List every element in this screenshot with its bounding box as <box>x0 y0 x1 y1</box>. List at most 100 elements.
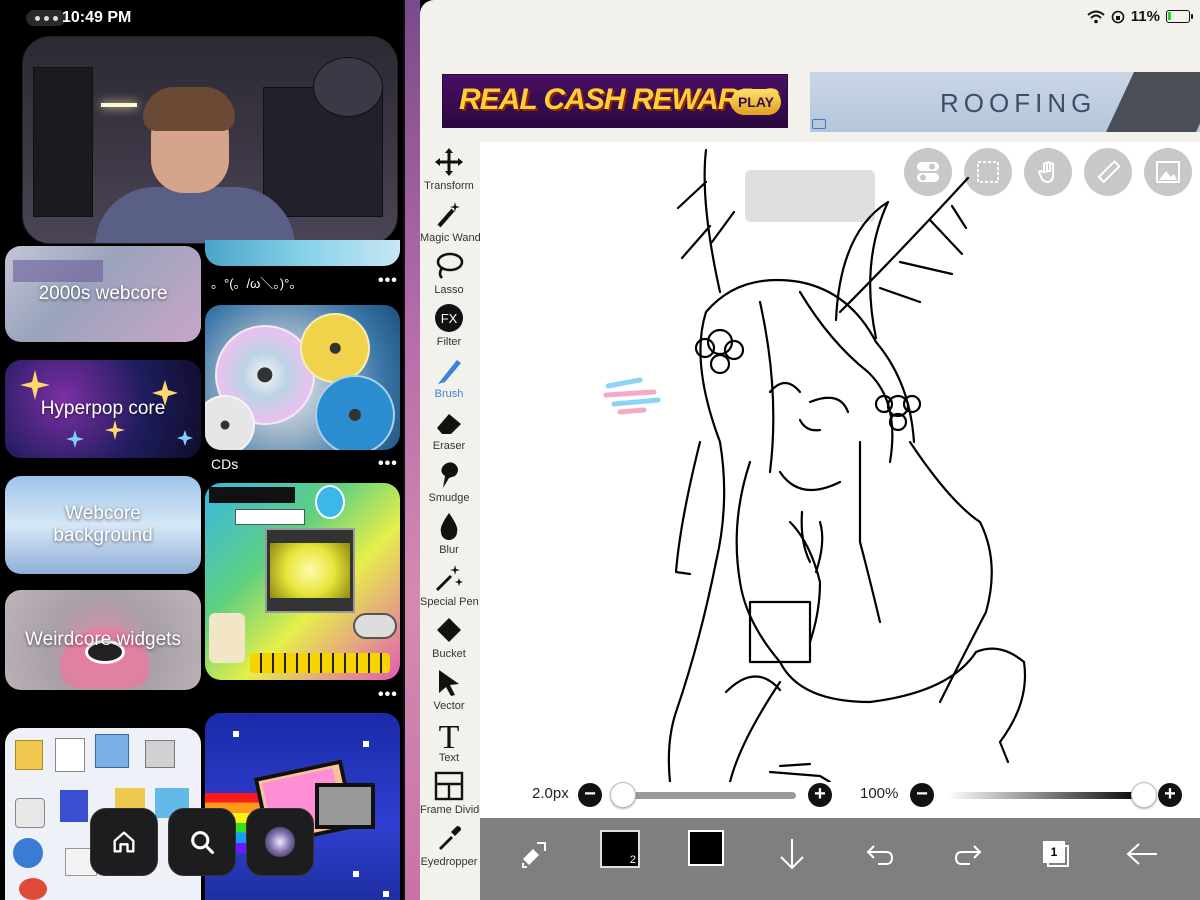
tool-frame-divider[interactable]: Frame Divider <box>420 770 489 816</box>
board-tile-2000s-webcore[interactable]: 2000s webcore <box>5 246 201 342</box>
brush-size-slider[interactable]: 2.0px − + <box>480 780 840 810</box>
tool-special-pen[interactable]: Special Pen <box>420 562 479 608</box>
eyedropper-icon <box>439 826 461 850</box>
layer-count: 1 <box>1043 841 1065 863</box>
rotation-lock-icon <box>1111 10 1125 23</box>
ad-text: ROOFING <box>940 88 1097 118</box>
opacity-slider[interactable]: 100% − + <box>850 780 1200 810</box>
transform-icon <box>435 148 463 176</box>
layers-button[interactable]: 1 <box>1034 832 1078 876</box>
undo-icon <box>866 845 894 865</box>
ad-play-button[interactable]: PLAY <box>731 89 781 115</box>
multitasking-dots[interactable] <box>26 10 66 26</box>
svg-text:T: T <box>439 719 460 750</box>
opacity-decrease-button[interactable]: − <box>910 783 934 807</box>
color-swatch-icon[interactable] <box>688 830 724 866</box>
text-icon: T <box>439 719 460 750</box>
magic-wand-icon <box>437 202 460 228</box>
split-view-divider[interactable] <box>405 0 420 900</box>
picture-in-picture-video[interactable] <box>22 36 398 244</box>
brush-size-increase-button[interactable]: + <box>808 783 832 807</box>
undo-button[interactable] <box>858 832 902 876</box>
bottom-navigation <box>88 808 318 878</box>
tool-text[interactable]: T Text <box>420 718 478 764</box>
pin-caption-kaomoji: 。°(。/ω＼。)°。 <box>211 276 303 291</box>
eraser-icon <box>437 414 461 434</box>
home-icon <box>113 831 135 853</box>
brush-size-decrease-button[interactable]: − <box>578 783 602 807</box>
tile-title: Webcore background <box>53 503 153 546</box>
vector-icon <box>439 670 459 696</box>
drawing-canvas[interactable]: 2.0px − + 100% − + <box>480 142 1200 818</box>
battery-percent: 11% <box>1130 8 1160 25</box>
pin-caption-cds: CDs <box>211 456 239 472</box>
ibispaint-app: 11% REAL CASH REWARDS PLAY ROOFING Trans… <box>420 0 1200 900</box>
layer-badge: 2 <box>629 854 636 866</box>
tool-magic-wand[interactable]: Magic Wand <box>420 198 481 244</box>
smudge-icon <box>441 462 458 488</box>
bottom-toolbar: 2 1 <box>480 818 1200 900</box>
tile-title: Hyperpop core <box>40 398 166 419</box>
brush-icon <box>438 360 461 384</box>
profile-icon <box>265 827 295 857</box>
tool-eraser[interactable]: Eraser <box>420 406 478 452</box>
swap-tool-button[interactable] <box>512 832 556 876</box>
brush-color-swatch[interactable]: 2 <box>600 830 640 868</box>
flag-doodle <box>603 377 661 415</box>
more-options-icon[interactable]: ••• <box>378 272 398 290</box>
more-options-icon[interactable]: ••• <box>378 455 398 473</box>
download-icon <box>780 839 804 870</box>
status-bar-right: 11% <box>1087 8 1193 25</box>
special-pen-icon <box>435 565 463 592</box>
opacity-value: 100% <box>860 785 899 802</box>
tool-eyedropper[interactable]: Eyedropper <box>420 822 478 868</box>
status-time: 10:49 PM <box>62 9 132 26</box>
tool-lasso[interactable]: Lasso <box>420 250 478 296</box>
opacity-increase-button[interactable]: + <box>1158 783 1182 807</box>
tool-smudge[interactable]: Smudge <box>420 458 478 504</box>
tool-palette: Transform Magic Wand Lasso FX Filter Bru… <box>420 142 489 882</box>
ad-banner-roofing[interactable]: ROOFING <box>810 72 1200 132</box>
search-button[interactable] <box>168 808 236 876</box>
pin-image-kaomoji[interactable] <box>205 240 400 266</box>
tile-title: Weirdcore widgets <box>25 629 181 650</box>
brush-size-knob[interactable] <box>610 782 637 808</box>
tool-brush[interactable]: Brush <box>420 354 478 400</box>
search-icon <box>191 831 215 855</box>
opacity-knob[interactable] <box>1131 782 1157 808</box>
pinterest-app: 10:49 PM 2000s webcore 。°(。/ω＼。)°。 ••• C… <box>0 0 405 900</box>
profile-button[interactable] <box>246 808 314 876</box>
svg-text:FX: FX <box>441 311 458 326</box>
frame-divider-icon <box>434 771 464 801</box>
ad-banner-real-cash-rewards[interactable]: REAL CASH REWARDS PLAY <box>442 74 788 128</box>
board-tile-webcore-background[interactable]: Webcore background <box>5 476 201 574</box>
swap-tool-icon <box>522 842 546 868</box>
layers-icon: 1 <box>1041 839 1071 869</box>
fx-filter-icon: FX <box>435 304 463 332</box>
more-options-icon[interactable]: ••• <box>378 686 398 704</box>
pin-image-limewire-collage[interactable] <box>205 483 400 680</box>
tile-title: 2000s webcore <box>38 283 168 304</box>
pin-image-cds[interactable] <box>205 305 400 450</box>
home-button[interactable] <box>90 808 158 876</box>
blur-icon <box>440 513 458 540</box>
tool-filter[interactable]: FX Filter <box>420 302 478 348</box>
brush-size-track[interactable] <box>618 792 796 799</box>
screen: 10:49 PM 2000s webcore 。°(。/ω＼。)°。 ••• C… <box>0 0 1200 900</box>
tool-bucket[interactable]: Bucket <box>420 614 478 660</box>
download-button[interactable] <box>770 832 814 876</box>
bucket-icon <box>437 618 461 642</box>
back-arrow-icon <box>1126 843 1157 865</box>
tool-transform[interactable]: Transform <box>420 146 478 192</box>
back-button[interactable] <box>1120 832 1164 876</box>
opacity-track[interactable] <box>948 792 1144 799</box>
tool-vector[interactable]: Vector <box>420 666 478 712</box>
ad-choices-icon[interactable] <box>812 119 826 129</box>
redo-button[interactable] <box>946 832 990 876</box>
board-tile-hyperpop-core[interactable]: Hyperpop core <box>5 360 201 458</box>
tool-blur[interactable]: Blur <box>420 510 478 556</box>
battery-icon <box>1166 10 1193 23</box>
board-tile-weirdcore-widgets[interactable]: Weirdcore widgets <box>5 590 201 690</box>
line-art-drawing <box>603 148 1027 782</box>
brush-size-value: 2.0px <box>532 785 569 802</box>
